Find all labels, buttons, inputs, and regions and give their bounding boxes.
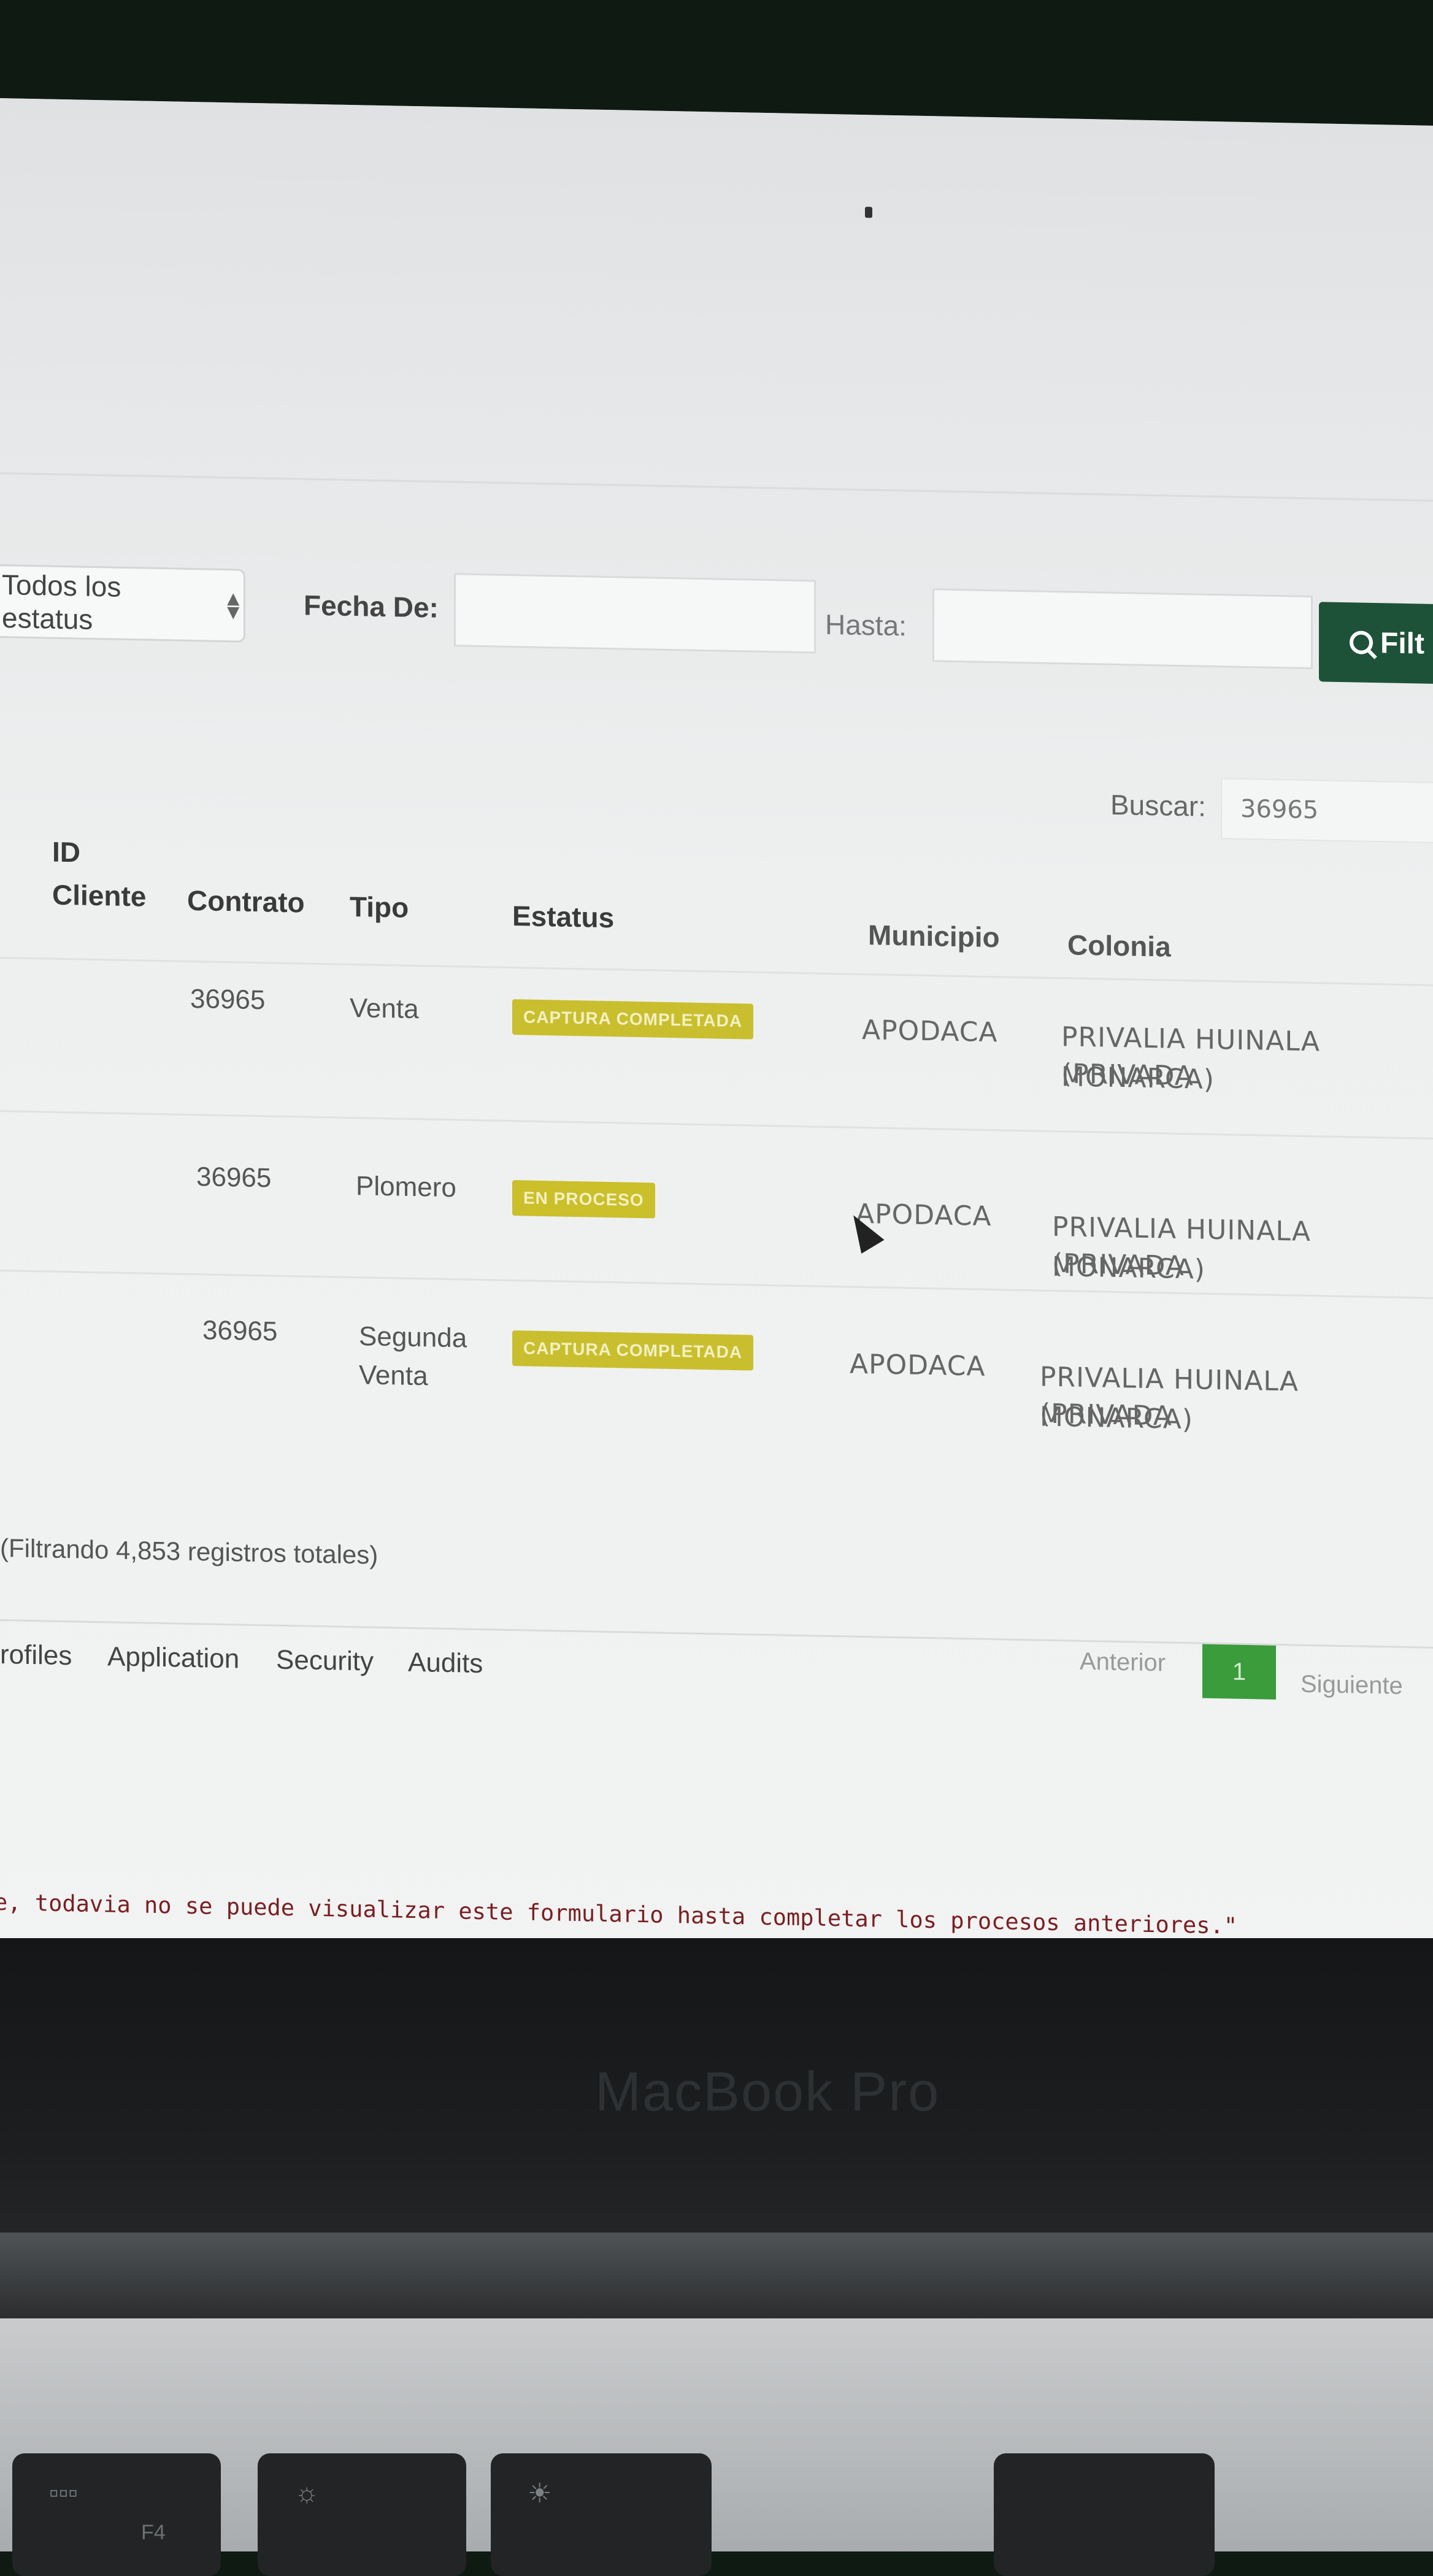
date-from-input[interactable] [454, 573, 816, 654]
header-colonia[interactable]: Colonia [1067, 928, 1171, 963]
date-to-label: Hasta: [825, 608, 907, 642]
header-cliente[interactable]: Cliente [52, 878, 146, 913]
key-launchpad: ▫▫▫ F4 [12, 2453, 221, 2576]
tab-audits[interactable]: Audits [408, 1647, 483, 1679]
search-icon [1350, 631, 1373, 654]
brightness-icon: ☀ [528, 2478, 552, 2509]
filter-summary: (Filtrando 4,853 registros totales) [0, 1533, 378, 1570]
date-from-label: Fecha De: [304, 589, 439, 624]
notice-message: e, todavia no se puede visualizar este f… [0, 1888, 1238, 1939]
sort-arrows-icon: ▲ ▼ [223, 586, 244, 624]
table-row[interactable]: 36965 Segunda Venta CAPTURA COMPLETADA A… [0, 1270, 1433, 1459]
laptop-screen: Todos los estatus ▲ ▼ Fecha De: Hasta: Fi… [0, 98, 1433, 2076]
header-id: ID [52, 835, 80, 868]
laptop-brand: MacBook Pro [595, 2061, 940, 2123]
table-row[interactable]: 36965 Venta CAPTURA COMPLETADA APODACA P… [0, 957, 1433, 1140]
status-select[interactable]: Todos los estatus ▲ ▼ [0, 564, 245, 643]
pager-next[interactable]: Siguiente [1300, 1671, 1403, 1700]
brightness-icon: ☼ [294, 2478, 320, 2508]
filter-button[interactable]: Filt [1319, 602, 1433, 684]
cell-contrato: 36965 [190, 983, 266, 1016]
header-mark [865, 207, 872, 218]
launchpad-icon: ▫▫▫ [49, 2478, 78, 2508]
cell-contrato: 36965 [202, 1315, 278, 1347]
cell-colonia-line2: MONARCA) [1040, 1401, 1193, 1436]
tab-security[interactable]: Security [276, 1645, 374, 1677]
filter-button-label: Filt [1380, 626, 1424, 661]
laptop-keyboard: ▫▫▫ F4 ☼ ☀ [0, 2318, 1433, 2576]
tab-application[interactable]: Application [107, 1641, 239, 1674]
cell-tipo: Venta [350, 992, 419, 1025]
cell-tipo-line1: Segunda [359, 1321, 467, 1354]
key-brightness-up: ☀ [491, 2453, 712, 2576]
pager-current[interactable]: 1 [1202, 1644, 1276, 1700]
footer-nav: rofiles Application Security Audits Ante… [0, 1619, 1433, 1722]
header-tipo[interactable]: Tipo [350, 890, 409, 924]
cell-contrato: 36965 [196, 1162, 272, 1194]
header-contrato[interactable]: Contrato [187, 884, 305, 919]
page-header [0, 98, 1433, 502]
header-estatus[interactable]: Estatus [512, 899, 614, 934]
contracts-table: ID Cliente Contrato Tipo Estatus Municip… [0, 834, 1433, 1459]
status-badge: CAPTURA COMPLETADA [512, 999, 754, 1040]
search-input[interactable]: 36965 [1221, 778, 1433, 844]
status-badge: CAPTURA COMPLETADA [512, 1330, 754, 1371]
cell-municipio: APODACA [862, 1014, 998, 1049]
search-input-value: 36965 [1240, 794, 1319, 825]
cell-municipio: APODACA [850, 1348, 986, 1382]
status-select-value: Todos los estatus [2, 569, 121, 635]
date-to-input[interactable] [932, 588, 1313, 670]
cell-colonia-line2: MONARCA) [1061, 1061, 1215, 1096]
laptop-hinge [0, 2233, 1433, 2318]
header-municipio[interactable]: Municipio [868, 918, 1000, 954]
search-label: Buscar: [1110, 788, 1206, 822]
table-row[interactable]: 36965 Plomero EN PROCESO APODACA PRIVALI… [0, 1110, 1433, 1299]
cell-tipo-line2: Venta [359, 1360, 428, 1392]
status-badge: EN PROCESO [512, 1180, 655, 1219]
key-function [994, 2453, 1215, 2576]
pager-prev[interactable]: Anterior [1080, 1648, 1166, 1677]
cell-colonia-line2: MONARCA) [1052, 1251, 1205, 1286]
key-brightness-down: ☼ [258, 2453, 466, 2576]
cell-tipo: Plomero [356, 1171, 456, 1203]
key-label: F4 [141, 2521, 166, 2544]
tab-profiles[interactable]: rofiles [0, 1639, 72, 1671]
filter-bar: Todos los estatus ▲ ▼ Fecha De: Hasta: Fi… [0, 564, 1433, 696]
